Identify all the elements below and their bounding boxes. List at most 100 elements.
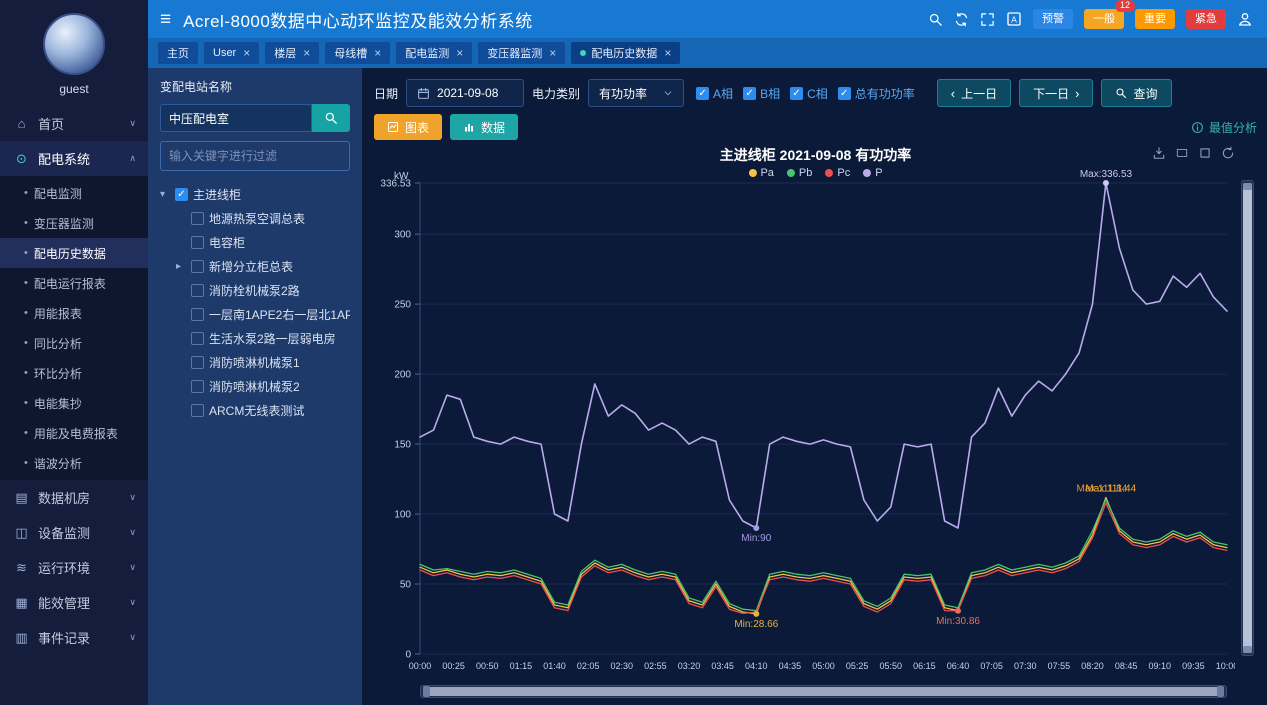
tree-checkbox[interactable] (191, 404, 204, 417)
checkbox-box[interactable]: ✓ (838, 87, 851, 100)
user-icon[interactable] (1237, 11, 1253, 27)
sidebar-item[interactable]: ◫设备监测∨ (0, 515, 148, 550)
tab[interactable]: 楼层× (265, 42, 319, 64)
close-tab-icon[interactable]: × (374, 46, 381, 60)
tree-node[interactable]: ▸新增分立柜总表 (160, 254, 350, 278)
query-button[interactable]: 查询 (1101, 79, 1171, 107)
font-size-icon[interactable]: A (1006, 11, 1022, 27)
caret-down-icon[interactable]: ▾ (160, 189, 170, 200)
station-input[interactable] (160, 104, 312, 132)
checkbox-label: A相 (713, 85, 733, 102)
date-input[interactable]: 2021-09-08 (406, 79, 524, 107)
chart-view-button[interactable]: 图表 (374, 114, 442, 140)
tree-node[interactable]: 消防喷淋机械泵2 (160, 374, 350, 398)
sidebar-subitem[interactable]: •环比分析 (0, 358, 148, 388)
sidebar-item[interactable]: ⊙配电系统∧ (0, 141, 148, 176)
horizontal-zoom-window[interactable] (423, 687, 1224, 696)
zoom-select-icon[interactable] (1175, 146, 1189, 160)
sidebar-subitem[interactable]: •变压器监测 (0, 208, 148, 238)
sidebar-item[interactable]: ▦能效管理∨ (0, 585, 148, 620)
tab[interactable]: 配电历史数据× (571, 42, 680, 64)
horizontal-zoom-handle-right[interactable] (1217, 686, 1224, 697)
caret-right-icon[interactable]: ▸ (176, 261, 186, 272)
legend-item-Pb[interactable]: Pb (787, 167, 812, 179)
sidebar-item[interactable]: ▤数据机房∨ (0, 480, 148, 515)
tree-root[interactable]: ▾✓主进线柜 (160, 182, 350, 206)
max-analysis-link[interactable]: 最值分析 (1191, 119, 1257, 136)
alarm-button[interactable]: 紧急 (1186, 9, 1226, 29)
tab[interactable]: 母线槽× (325, 42, 390, 64)
legend-item-Pa[interactable]: Pa (748, 167, 773, 179)
sidebar-item[interactable]: ▥事件记录∨ (0, 620, 148, 655)
close-tab-icon[interactable]: × (243, 46, 250, 60)
filter-input[interactable] (160, 141, 350, 171)
avatar[interactable] (43, 13, 105, 75)
phase-checkbox[interactable]: ✓B相 (743, 85, 780, 102)
sidebar-subitem[interactable]: •用能及电费报表 (0, 418, 148, 448)
data-view-button[interactable]: 数据 (450, 114, 518, 140)
alarm-button[interactable]: 预警 (1033, 9, 1073, 29)
tree-node[interactable]: 一层南1APE2右一层北1APE1左 (160, 302, 350, 326)
vertical-zoom-handle-bottom[interactable] (1243, 646, 1252, 653)
sidebar-item[interactable]: ≋运行环境∨ (0, 550, 148, 585)
legend-item-Pc[interactable]: Pc (825, 167, 850, 179)
sidebar-subitem[interactable]: •配电监测 (0, 178, 148, 208)
horizontal-zoom-slider[interactable] (420, 685, 1227, 698)
close-tab-icon[interactable]: × (549, 46, 556, 60)
tab[interactable]: 主页 (158, 42, 198, 64)
tree-checkbox[interactable] (191, 260, 204, 273)
prev-day-button[interactable]: ‹ 上一日 (937, 79, 1011, 107)
phase-checkbox[interactable]: ✓总有功功率 (838, 85, 915, 102)
phase-checkbox[interactable]: ✓C相 (790, 85, 828, 102)
search-icon[interactable] (928, 12, 943, 27)
download-icon[interactable] (1152, 146, 1166, 160)
vertical-zoom-slider[interactable] (1241, 180, 1254, 656)
station-search-button[interactable] (312, 104, 350, 132)
close-tab-icon[interactable]: × (664, 46, 671, 60)
tree-checkbox[interactable] (191, 308, 204, 321)
tree-node[interactable]: ARCM无线表测试 (160, 398, 350, 422)
chart-canvas[interactable]: 050100150200250300336.53kW00:0000:2500:5… (374, 167, 1235, 680)
tree-checkbox[interactable] (191, 284, 204, 297)
alarm-button[interactable]: 重要 (1135, 9, 1175, 29)
sidebar-subitem[interactable]: •配电运行报表 (0, 268, 148, 298)
sidebar-item[interactable]: ⌂首页∨ (0, 106, 148, 141)
fullscreen-icon[interactable] (980, 12, 995, 27)
tree-checkbox[interactable] (191, 356, 204, 369)
legend-item-P[interactable]: P (863, 167, 882, 179)
sidebar-subitem[interactable]: •用能报表 (0, 298, 148, 328)
vertical-zoom-handle-top[interactable] (1243, 183, 1252, 190)
menu-toggle-icon[interactable]: ≡ (160, 10, 171, 29)
tree-checkbox[interactable] (191, 380, 204, 393)
checkbox-box[interactable]: ✓ (696, 87, 709, 100)
tree-node[interactable]: 生活水泵2路一层弱电房 (160, 326, 350, 350)
close-tab-icon[interactable]: × (303, 46, 310, 60)
tree-node[interactable]: 消防栓机械泵2路 (160, 278, 350, 302)
tab[interactable]: 配电监测× (396, 42, 472, 64)
checkbox-box[interactable]: ✓ (743, 87, 756, 100)
checkbox-box[interactable]: ✓ (790, 87, 803, 100)
phase-checkbox[interactable]: ✓ A相 (696, 85, 733, 102)
tree-checkbox[interactable] (191, 236, 204, 249)
restore-icon[interactable] (1198, 146, 1212, 160)
tab[interactable]: 变压器监测× (478, 42, 565, 64)
refresh-icon[interactable] (954, 12, 969, 27)
horizontal-zoom-handle-left[interactable] (423, 686, 430, 697)
tree-checkbox[interactable]: ✓ (175, 188, 188, 201)
tree-node[interactable]: 电容柜 (160, 230, 350, 254)
alarm-button[interactable]: 一般12 (1084, 9, 1124, 29)
chart-refresh-icon[interactable] (1221, 146, 1235, 160)
tree-checkbox[interactable] (191, 212, 204, 225)
power-type-select[interactable]: 有功功率 (588, 79, 684, 107)
tree-checkbox[interactable] (191, 332, 204, 345)
vertical-zoom-window[interactable] (1243, 183, 1252, 653)
tree-node[interactable]: 地源热泵空调总表 (160, 206, 350, 230)
tab[interactable]: User× (204, 42, 259, 64)
next-day-button[interactable]: 下一日 › (1019, 79, 1093, 107)
sidebar-subitem[interactable]: •配电历史数据 (0, 238, 148, 268)
tree-node[interactable]: 消防喷淋机械泵1 (160, 350, 350, 374)
close-tab-icon[interactable]: × (456, 46, 463, 60)
sidebar-subitem[interactable]: •谐波分析 (0, 448, 148, 478)
sidebar-subitem[interactable]: •电能集抄 (0, 388, 148, 418)
sidebar-subitem[interactable]: •同比分析 (0, 328, 148, 358)
